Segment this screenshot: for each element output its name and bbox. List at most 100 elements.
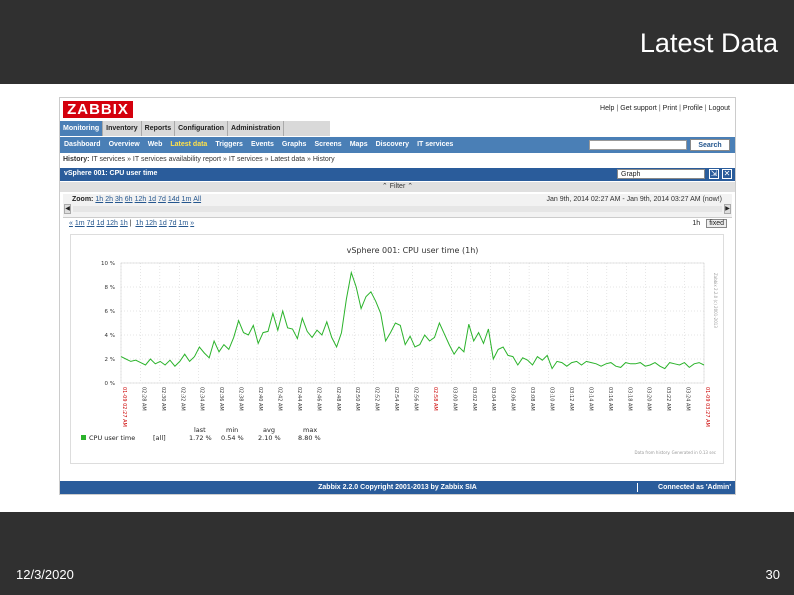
legend-header-last: last <box>194 426 206 434</box>
breadcrumb-item[interactable]: Latest data <box>270 156 305 163</box>
x-tick-label: 03:06 AM <box>510 387 516 411</box>
legend-header-min: min <box>226 426 238 434</box>
x-tick-label: 01-09 02:27 AM <box>121 387 127 427</box>
scroll-left-button[interactable]: ◀ <box>64 204 71 214</box>
top-link-separator: | <box>704 105 707 112</box>
filter-chevron-icon-right: ⌃ <box>405 183 414 190</box>
zoom-option-3h[interactable]: 3h <box>115 196 123 203</box>
zoom-option-1m[interactable]: 1m <box>182 196 192 203</box>
top-link-print[interactable]: Print <box>663 105 677 112</box>
legend-swatch <box>81 435 86 440</box>
x-tick-label: 03:22 AM <box>665 387 671 411</box>
zoom-option-12h[interactable]: 12h <box>135 196 147 203</box>
period-nav-options: «1m 7d 1d 12h 1h | 1h 12h 1d 7d 1m» <box>67 220 194 227</box>
main-menu-monitoring[interactable]: Monitoring <box>60 121 104 136</box>
breadcrumb: History: IT services » IT services avail… <box>63 156 335 163</box>
connected-user: Connected as 'Admin' <box>658 484 731 491</box>
nav-option-12h[interactable]: 12h <box>106 220 118 227</box>
breadcrumb-item[interactable]: IT services availability report <box>133 156 221 163</box>
filter-chevron-icon: ⌃ <box>381 183 390 190</box>
main-menu: Monitoring Inventory Reports Configuration A… <box>60 121 330 136</box>
main-menu-spacer <box>330 121 735 136</box>
main-menu-inventory[interactable]: Inventory <box>103 121 142 136</box>
zoom-option-2h[interactable]: 2h <box>105 196 113 203</box>
y-tick-label: 8 % <box>105 285 115 291</box>
legend-header-avg: avg <box>263 426 275 434</box>
sub-menu-maps[interactable]: Maps <box>346 137 372 153</box>
nav-back[interactable]: « <box>69 220 73 227</box>
legend-value-min: 0.54 % <box>221 434 244 442</box>
fullscreen-icon[interactable]: ⇲ <box>709 169 719 179</box>
nav-option-1h[interactable]: 1h <box>135 220 143 227</box>
sub-menu-latest-data[interactable]: Latest data <box>166 137 211 153</box>
chart-watermark: Data from history. Generated in 0.13 sec <box>635 450 716 455</box>
period-value: 1h <box>692 220 701 227</box>
zoom-option-All[interactable]: All <box>193 196 201 203</box>
x-tick-label: 01-09 03:27 AM <box>704 387 710 427</box>
nav-option-12h[interactable]: 12h <box>145 220 157 227</box>
main-menu-reports[interactable]: Reports <box>142 121 176 136</box>
breadcrumb-item[interactable]: IT services <box>91 156 125 163</box>
top-link-logout[interactable]: Logout <box>709 105 730 112</box>
nav-option-7d[interactable]: 7d <box>169 220 177 227</box>
nav-option-1m[interactable]: 1m <box>75 220 85 227</box>
slide-date: 12/3/2020 <box>16 567 74 582</box>
period-nav: «1m 7d 1d 12h 1h | 1h 12h 1d 7d 1m» 1h fixed <box>67 219 727 230</box>
breadcrumb-item[interactable]: History <box>313 156 335 163</box>
sub-menu-discovery[interactable]: Discovery <box>372 137 413 153</box>
x-tick-label: 02:44 AM <box>296 387 302 411</box>
zoom-option-1d[interactable]: 1d <box>148 196 156 203</box>
sub-menu-graphs[interactable]: Graphs <box>278 137 311 153</box>
scroll-right-button[interactable]: ▶ <box>724 204 731 214</box>
nav-divider: | <box>127 220 134 227</box>
filter-toggle[interactable]: ⌃ Filter ⌃ <box>60 182 735 192</box>
sub-menu-it-services[interactable]: IT services <box>413 137 457 153</box>
sub-menu-dashboard[interactable]: Dashboard <box>60 137 105 153</box>
breadcrumb-item[interactable]: IT services <box>229 156 263 163</box>
chart-title: vSphere 001: CPU user time (1h) <box>347 246 479 255</box>
time-scrollbar[interactable] <box>73 206 722 212</box>
nav-option-1h[interactable]: 1h <box>120 220 128 227</box>
top-link-help[interactable]: Help <box>600 105 614 112</box>
slide-number: 30 <box>765 567 780 582</box>
fixed-toggle[interactable]: fixed <box>706 219 727 228</box>
zoom-option-6h[interactable]: 6h <box>125 196 133 203</box>
zoom-option-1h[interactable]: 1h <box>95 196 103 203</box>
filter-label: Filter <box>389 183 406 190</box>
nav-forward[interactable]: » <box>190 220 194 227</box>
nav-option-1d[interactable]: 1d <box>159 220 167 227</box>
x-tick-label: 03:12 AM <box>568 387 574 411</box>
view-select[interactable]: Graph <box>617 169 705 179</box>
legend-series-name: CPU user time <box>89 434 135 442</box>
search-input[interactable] <box>589 140 687 150</box>
breadcrumb-separator: » <box>221 156 229 163</box>
zoom-option-14d[interactable]: 14d <box>168 196 180 203</box>
graph-panel: vSphere 001: CPU user time (1h) 0 % 2 % 4 %… <box>70 234 724 464</box>
legend-header-max: max <box>303 426 317 434</box>
x-tick-label: 03:20 AM <box>646 387 652 411</box>
breadcrumb-separator: » <box>125 156 133 163</box>
top-link-separator: | <box>658 105 661 112</box>
x-tick-label: 02:54 AM <box>393 387 399 411</box>
zoom-option-7d[interactable]: 7d <box>158 196 166 203</box>
main-menu-configuration[interactable]: Configuration <box>175 121 229 136</box>
nav-option-1m[interactable]: 1m <box>179 220 189 227</box>
top-link-profile[interactable]: Profile <box>683 105 703 112</box>
y-tick-label: 0 % <box>105 381 115 387</box>
top-link-get-support[interactable]: Get support <box>620 105 657 112</box>
sub-menu-overview[interactable]: Overview <box>105 137 144 153</box>
sub-menu-events[interactable]: Events <box>247 137 278 153</box>
collapse-icon[interactable]: ✕ <box>722 169 732 179</box>
legend-function: [all] <box>153 434 166 442</box>
nav-option-7d[interactable]: 7d <box>87 220 95 227</box>
nav-option-1d[interactable]: 1d <box>96 220 104 227</box>
top-link-separator: | <box>616 105 619 112</box>
sub-menu-triggers[interactable]: Triggers <box>211 137 247 153</box>
search-button[interactable]: Search <box>690 139 730 151</box>
history-label: History: <box>63 156 92 163</box>
breadcrumb-separator: » <box>305 156 313 163</box>
sub-menu-screens[interactable]: Screens <box>310 137 345 153</box>
main-menu-administration[interactable]: Administration <box>228 121 285 136</box>
x-tick-label: 02:28 AM <box>140 387 146 411</box>
sub-menu-web[interactable]: Web <box>144 137 167 153</box>
